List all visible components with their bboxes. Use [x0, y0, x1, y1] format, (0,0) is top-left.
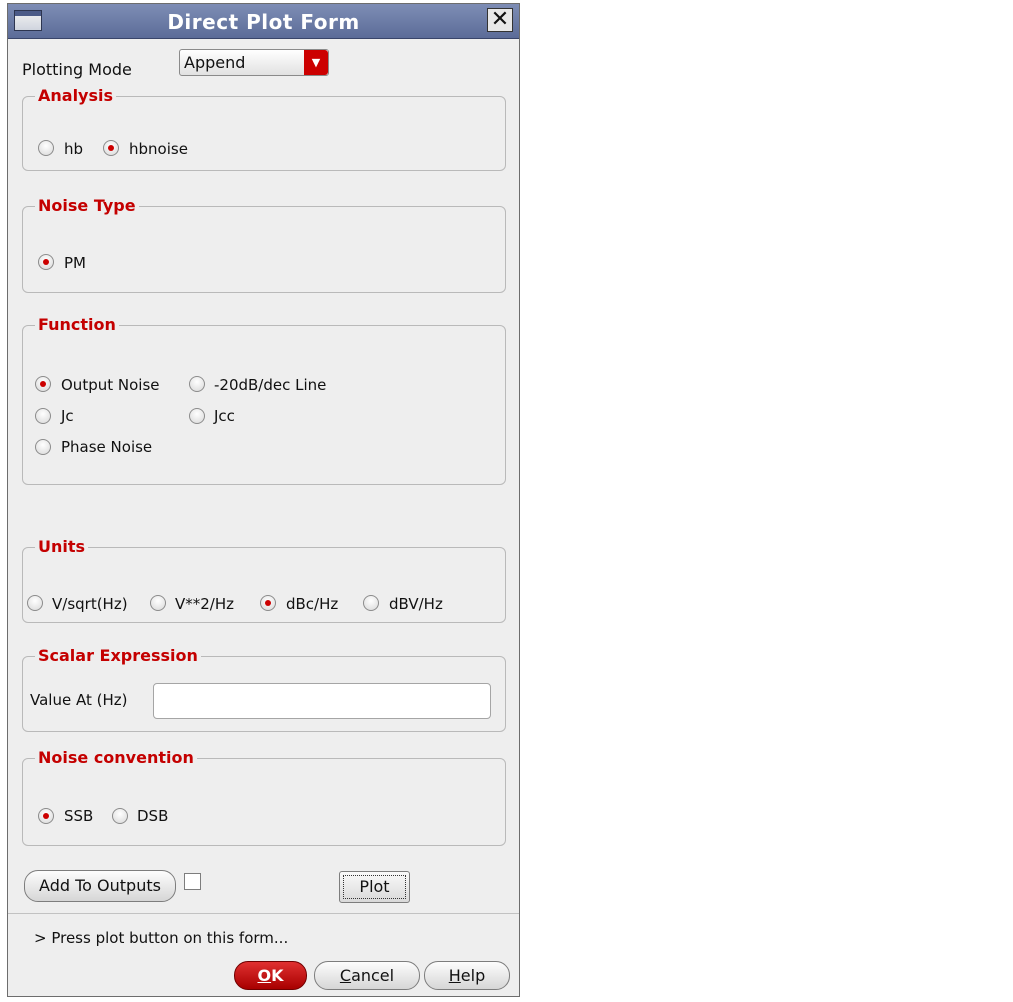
ok-label-rest: K: [271, 966, 284, 985]
ok-mnemonic: O: [257, 966, 272, 985]
units-v2hz-label: V**2/Hz: [175, 595, 235, 613]
value-at-input[interactable]: [153, 683, 491, 719]
direct-plot-form-window: Direct Plot Form ✕ Plotting Mode Append …: [7, 3, 520, 997]
units-v2hz-radio[interactable]: [150, 595, 166, 611]
help-mnemonic: H: [448, 966, 461, 985]
help-button[interactable]: Help: [424, 961, 510, 990]
plotting-mode-value: Append: [184, 53, 246, 72]
add-to-outputs-button[interactable]: Add To Outputs: [24, 870, 176, 902]
cancel-label-rest: ancel: [351, 966, 395, 985]
help-label-rest: elp: [460, 966, 486, 985]
close-icon[interactable]: ✕: [487, 8, 513, 32]
function-output-noise-radio[interactable]: [35, 376, 51, 392]
units-vsqrthz-radio[interactable]: [27, 595, 43, 611]
noise-type-pm-label: PM: [64, 254, 86, 272]
function-20db-line-label: -20dB/dec Line: [214, 376, 327, 394]
function-phase-noise-radio[interactable]: [35, 439, 51, 455]
units-dbchz-label: dBc/Hz: [286, 595, 339, 613]
add-to-outputs-checkbox[interactable]: [184, 873, 201, 890]
cancel-button[interactable]: Cancel: [314, 961, 420, 990]
plotting-mode-dropdown[interactable]: Append ▼: [179, 49, 329, 76]
units-dbchz-radio[interactable]: [260, 595, 276, 611]
function-phase-noise-label: Phase Noise: [61, 438, 153, 456]
title-bar[interactable]: Direct Plot Form ✕: [8, 4, 519, 39]
separator: [8, 913, 519, 914]
window-title: Direct Plot Form: [167, 10, 360, 34]
noise-convention-dsb-label: DSB: [137, 807, 169, 825]
noise-type-group: Noise Type: [22, 196, 506, 293]
noise-convention-title: Noise convention: [35, 748, 197, 767]
units-title: Units: [35, 537, 89, 556]
noise-convention-group: Noise convention: [22, 748, 506, 846]
status-message: > Press plot button on this form...: [34, 929, 289, 947]
function-jcc-label: Jcc: [214, 407, 235, 425]
noise-type-pm-radio[interactable]: [38, 254, 54, 270]
value-at-label: Value At (Hz): [30, 691, 128, 709]
analysis-hb-label: hb: [64, 140, 84, 158]
ok-button[interactable]: OK: [234, 961, 307, 990]
function-title: Function: [35, 315, 119, 334]
analysis-hbnoise-radio[interactable]: [103, 140, 119, 156]
plot-button-label: Plot: [343, 875, 406, 899]
units-dbvhz-label: dBV/Hz: [389, 595, 443, 613]
noise-convention-dsb-radio[interactable]: [112, 808, 128, 824]
analysis-hbnoise-label: hbnoise: [129, 140, 188, 158]
units-vsqrthz-label: V/sqrt(Hz): [52, 595, 128, 613]
analysis-group: Analysis: [22, 86, 506, 171]
noise-convention-ssb-label: SSB: [64, 807, 94, 825]
noise-convention-ssb-radio[interactable]: [38, 808, 54, 824]
function-output-noise-label: Output Noise: [61, 376, 160, 394]
cancel-mnemonic: C: [339, 966, 352, 985]
chevron-down-icon[interactable]: ▼: [304, 50, 328, 75]
analysis-title: Analysis: [35, 86, 117, 105]
plot-button[interactable]: Plot: [339, 871, 410, 903]
noise-type-title: Noise Type: [35, 196, 139, 215]
function-jc-label: Jc: [61, 407, 74, 425]
function-jcc-radio[interactable]: [189, 408, 205, 424]
function-20db-line-radio[interactable]: [189, 376, 205, 392]
analysis-hb-radio[interactable]: [38, 140, 54, 156]
plotting-mode-label: Plotting Mode: [22, 60, 132, 79]
scalar-expression-title: Scalar Expression: [35, 646, 201, 665]
units-dbvhz-radio[interactable]: [363, 595, 379, 611]
function-jc-radio[interactable]: [35, 408, 51, 424]
function-group: Function: [22, 315, 506, 485]
